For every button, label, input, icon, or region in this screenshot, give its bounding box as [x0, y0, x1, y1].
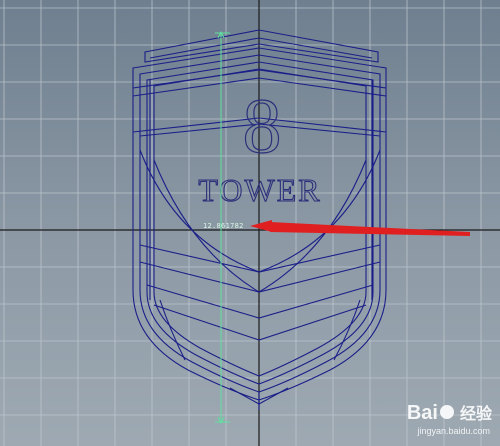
grid	[0, 0, 500, 446]
watermark-url: jingyan.baidu.com	[417, 426, 490, 436]
watermark-brand: Bai 经验	[407, 400, 492, 425]
world-axes	[0, 0, 500, 446]
watermark-logo: Bai 经验 jingyan.baidu.com	[332, 400, 492, 440]
viewport-panel[interactable]: 8 TOWER 12.861782 Bai 经验 jingyan.baidu.co…	[0, 0, 500, 446]
emboss-word: TOWER	[198, 172, 321, 208]
emboss-number: 8	[243, 82, 282, 169]
paw-icon	[439, 404, 454, 419]
watermark-brand-part1: Bai	[406, 402, 438, 424]
watermark-brand-part2: 经验	[459, 406, 492, 423]
viewport-canvas[interactable]: 8 TOWER	[0, 0, 500, 446]
pointer-arrow	[250, 220, 470, 236]
measure-readout: 12.861782	[203, 222, 244, 230]
